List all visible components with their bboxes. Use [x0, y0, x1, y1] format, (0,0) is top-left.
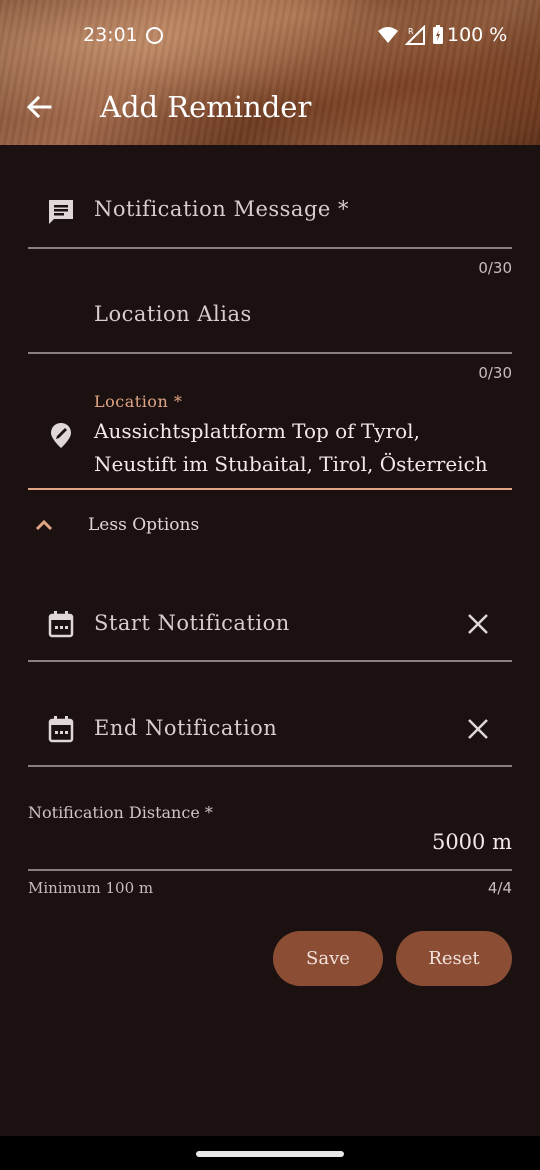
message-counter: 0/30	[478, 259, 512, 277]
status-time: 23:01	[83, 24, 138, 46]
arrow-back-icon[interactable]	[26, 94, 52, 120]
page-title: Add Reminder	[100, 90, 312, 124]
notification-icon	[146, 27, 163, 44]
notification-distance-input[interactable]: 5000 m	[432, 830, 512, 854]
underline	[28, 352, 512, 354]
end-notification-placeholder: End Notification	[94, 716, 278, 740]
location-alias-placeholder: Location Alias	[94, 302, 252, 326]
location-edit-icon	[51, 423, 71, 448]
location-field[interactable]: Location * Aussichtsplattform Top of Tyr…	[28, 390, 512, 493]
less-options-toggle[interactable]: Less Options	[28, 510, 199, 540]
close-icon[interactable]	[466, 612, 490, 636]
notification-message-field[interactable]: Notification Message *	[28, 185, 512, 251]
underline	[28, 869, 512, 871]
status-icons: R	[378, 25, 444, 45]
navigation-bar	[0, 1136, 540, 1170]
start-notification-field[interactable]: Start Notification	[28, 595, 512, 663]
wifi-icon	[378, 27, 398, 43]
notification-message-placeholder: Notification Message *	[94, 197, 349, 221]
underline-focused	[28, 488, 512, 490]
home-handle[interactable]	[196, 1151, 344, 1157]
battery-level: 100 %	[447, 24, 508, 46]
chevron-up-icon	[35, 519, 53, 531]
distance-counter: 4/4	[487, 879, 512, 897]
reset-button[interactable]: Reset	[396, 931, 512, 986]
location-value-line1: Aussichtsplattform Top of Tyrol,	[94, 419, 420, 443]
svg-text:R: R	[408, 27, 414, 36]
notification-distance-label: Notification Distance *	[28, 803, 213, 822]
less-options-label: Less Options	[88, 515, 200, 535]
underline	[28, 660, 512, 662]
underline	[28, 247, 512, 249]
location-value-line2: Neustift im Stubaital, Tirol, Österreich	[94, 452, 488, 476]
save-button[interactable]: Save	[273, 931, 383, 986]
location-label: Location *	[94, 392, 183, 411]
distance-helper-text: Minimum 100 m	[28, 879, 154, 897]
calendar-icon	[48, 611, 74, 638]
end-notification-field[interactable]: End Notification	[28, 700, 512, 768]
location-alias-field[interactable]: Location Alias	[28, 290, 512, 356]
message-icon	[49, 200, 73, 224]
signal-icon: R	[405, 25, 425, 45]
close-icon[interactable]	[466, 717, 490, 741]
underline	[28, 765, 512, 767]
title-bar: Add Reminder	[0, 84, 540, 134]
alias-counter: 0/30	[478, 364, 512, 382]
status-bar: 23:01 R 100 %	[0, 22, 540, 50]
start-notification-placeholder: Start Notification	[94, 611, 290, 635]
calendar-icon	[48, 716, 74, 743]
battery-icon	[433, 25, 443, 44]
